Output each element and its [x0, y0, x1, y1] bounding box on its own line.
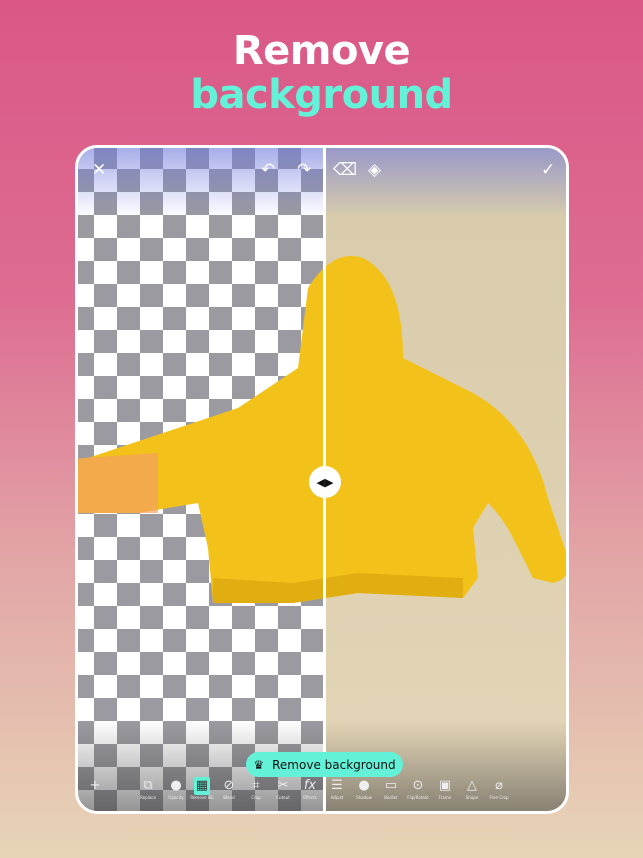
arrows-left-right-icon: ◀▶ [316, 475, 334, 489]
tool-remove-bg[interactable]: ▦ Remove BG [187, 777, 217, 800]
close-icon[interactable]: ✕ [92, 160, 106, 180]
headline-line1: Remove [232, 28, 411, 74]
headline-line2: background [190, 72, 453, 118]
cutout-icon: ✂ [277, 778, 289, 793]
border-icon: ▭ [384, 778, 398, 793]
redo-icon[interactable]: ↷ [297, 160, 311, 180]
tool-frame[interactable]: ▣ Frame [430, 777, 460, 800]
tool-bar: + ⧉ Replace ● Opacity ▦ Remove BG ⊘ Blend ⌗ C… [78, 777, 566, 807]
editor-frame: ◀▶ ✕ ↶ ↷ ⌫ ◈ ✓ ♛ Remove background + ⧉ Re… [75, 145, 569, 814]
hoodie-image [78, 256, 566, 603]
top-fade [78, 148, 566, 218]
frame-icon: ▣ [438, 778, 452, 793]
tool-border[interactable]: ▭ Border [376, 777, 406, 800]
tool-blend[interactable]: ⊘ Blend [214, 777, 244, 800]
free-crop-icon: ⌀ [495, 778, 503, 793]
remove-bg-icon: ▦ [194, 777, 210, 795]
tool-shadow[interactable]: ● Shadow [349, 777, 379, 800]
plus-icon: + [89, 778, 101, 793]
tool-free-crop[interactable]: ⌀ Free Crop [484, 777, 514, 800]
crown-icon: ♛ [253, 757, 265, 772]
eraser-icon[interactable]: ⌫ [333, 160, 357, 180]
blend-icon: ⊘ [223, 778, 235, 793]
crop-icon: ⌗ [252, 778, 260, 793]
fx-icon: fx [303, 778, 317, 793]
layers-icon[interactable]: ◈ [368, 160, 381, 180]
shape-icon: △ [467, 778, 477, 793]
tool-shape[interactable]: △ Shape [457, 777, 487, 800]
remove-background-button[interactable]: ♛ Remove background [246, 752, 403, 777]
tool-crop[interactable]: ⌗ Crop [241, 777, 271, 800]
tool-cutout[interactable]: ✂ Cutout [268, 777, 298, 800]
tool-effects[interactable]: fx Effects [295, 777, 325, 800]
replace-icon: ⧉ [143, 778, 153, 793]
undo-icon[interactable]: ↶ [261, 160, 275, 180]
add-button[interactable]: + [80, 777, 110, 795]
checkmark-icon[interactable]: ✓ [541, 160, 555, 180]
shadow-icon: ● [358, 778, 370, 793]
flip-rotate-icon: ⊙ [412, 778, 424, 793]
compare-handle[interactable]: ◀▶ [309, 466, 341, 498]
tool-flip-rotate[interactable]: ⊙ Flip/Rotate [403, 777, 433, 800]
tool-replace[interactable]: ⧉ Replace [133, 777, 163, 800]
adjust-icon: ☰ [331, 778, 343, 793]
tool-adjust[interactable]: ☰ Adjust [322, 777, 352, 800]
